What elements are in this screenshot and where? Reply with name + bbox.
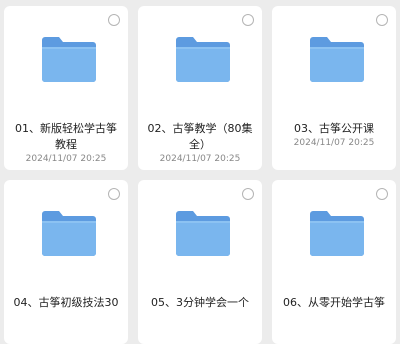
folder-name-line2: 全）: [189, 138, 211, 151]
folder-icon: [175, 207, 231, 257]
folder-card[interactable]: 03、古筝公开课 2024/11/07 20:25: [272, 6, 396, 170]
select-checkbox[interactable]: [242, 188, 254, 200]
folder-card[interactable]: 06、从零开始学古筝: [272, 180, 396, 344]
modified-date: 2024/11/07 20:25: [159, 154, 241, 164]
folder-name-line2: 教程: [55, 138, 77, 151]
folder-card[interactable]: 02、古筝教学（80集 全） 2024/11/07 20:25: [138, 6, 262, 170]
folder-name-line1: 06、从零开始学古筝: [283, 296, 385, 309]
select-checkbox[interactable]: [376, 188, 388, 200]
folder-name: 05、3分钟学会一个: [142, 295, 258, 311]
folder-icon: [309, 207, 365, 257]
select-checkbox[interactable]: [108, 188, 120, 200]
select-checkbox[interactable]: [108, 14, 120, 26]
folder-name: 04、古筝初级技法30: [8, 295, 124, 311]
folder-name-line1: 02、古筝教学（80集: [147, 122, 253, 135]
folder-name-line1: 05、3分钟学会一个: [151, 296, 249, 309]
folder-card[interactable]: 05、3分钟学会一个: [138, 180, 262, 344]
folder-icon: [175, 33, 231, 83]
folder-icon: [41, 33, 97, 83]
folder-icon: [41, 207, 97, 257]
select-checkbox[interactable]: [242, 14, 254, 26]
modified-date: 2024/11/07 20:25: [293, 138, 375, 148]
folder-name: 01、新版轻松学古筝 教程: [8, 121, 124, 153]
folder-name-line1: 03、古筝公开课: [294, 122, 374, 135]
file-grid: 01、新版轻松学古筝 教程 2024/11/07 20:25 02、古筝教学（8…: [0, 0, 400, 344]
folder-card[interactable]: 04、古筝初级技法30: [4, 180, 128, 344]
folder-icon: [309, 33, 365, 83]
folder-name-line1: 04、古筝初级技法30: [13, 296, 119, 309]
folder-name-line1: 01、新版轻松学古筝: [15, 122, 117, 135]
folder-name: 02、古筝教学（80集 全）: [142, 121, 258, 153]
folder-card[interactable]: 01、新版轻松学古筝 教程 2024/11/07 20:25: [4, 6, 128, 170]
folder-name: 06、从零开始学古筝: [276, 295, 392, 311]
folder-name: 03、古筝公开课: [276, 121, 392, 137]
modified-date: 2024/11/07 20:25: [25, 154, 107, 164]
select-checkbox[interactable]: [376, 14, 388, 26]
